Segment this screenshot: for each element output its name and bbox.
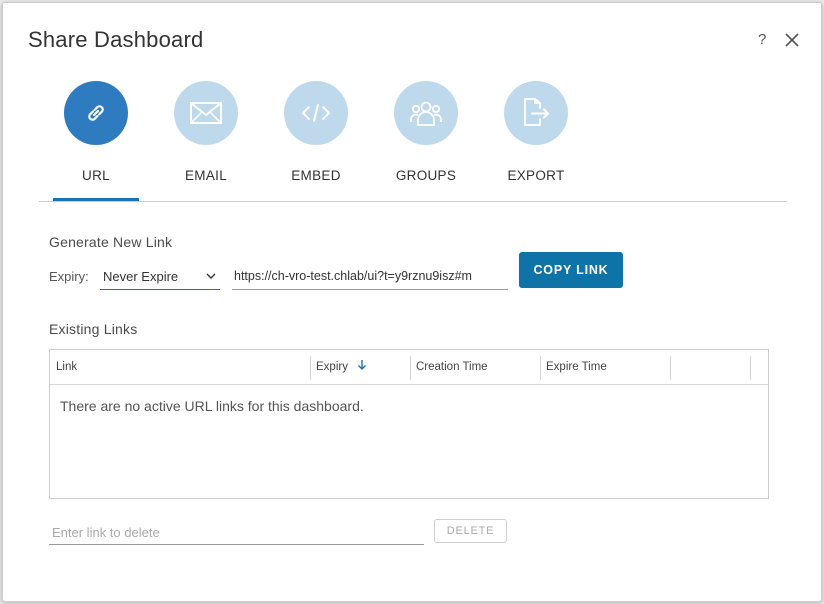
copy-link-button[interactable]: COPY LINK <box>519 252 623 288</box>
delete-link-placeholder: Enter link to delete <box>52 525 160 540</box>
tab-email-label: EMAIL <box>184 168 227 183</box>
column-divider[interactable] <box>670 356 671 380</box>
column-header-link[interactable]: Link <box>50 350 310 385</box>
expiry-select-value: Never Expire <box>103 269 179 284</box>
chevron-down-icon <box>206 273 216 279</box>
tab-url-label: URL <box>82 168 110 183</box>
code-icon <box>284 81 348 145</box>
column-divider[interactable] <box>750 356 751 380</box>
tab-embed-label: EMBED <box>291 168 341 183</box>
active-tab-indicator <box>53 198 139 201</box>
people-icon <box>394 81 458 145</box>
generate-link-heading: Generate New Link <box>49 234 173 250</box>
tab-email[interactable]: EMAIL <box>163 81 253 203</box>
sort-descending-icon <box>358 360 367 370</box>
delete-link-input[interactable]: Enter link to delete <box>49 523 424 545</box>
table-header: Link Expiry Creation Time Expire Time <box>50 350 768 385</box>
column-header-creation-time[interactable]: Creation Time <box>410 350 540 385</box>
tab-groups[interactable]: GROUPS <box>383 81 473 203</box>
column-header-expire-time[interactable]: Expire Time <box>540 350 670 385</box>
tab-export[interactable]: EXPORT <box>493 81 583 203</box>
share-tabs: URL EMAIL EMBED GROUPS EXPORT <box>39 3 787 202</box>
delete-button[interactable]: DELETE <box>434 519 507 543</box>
existing-links-table: Link Expiry Creation Time Expire Time Th… <box>49 349 769 499</box>
existing-links-heading: Existing Links <box>49 321 138 337</box>
export-icon <box>504 81 568 145</box>
tab-url[interactable]: URL <box>53 81 143 203</box>
link-icon <box>64 81 128 145</box>
share-url-field[interactable]: https://ch-vro-test.chlab/ui?t=y9rznu9is… <box>232 266 508 290</box>
tab-embed[interactable]: EMBED <box>273 81 363 203</box>
tab-groups-label: GROUPS <box>395 168 457 183</box>
expiry-label: Expiry: <box>49 269 89 284</box>
share-dashboard-dialog: Share Dashboard ? URL EMAIL EMBED GROUPS… <box>2 2 822 602</box>
tab-export-label: EXPORT <box>507 168 565 183</box>
envelope-icon <box>174 81 238 145</box>
column-header-expiry[interactable]: Expiry <box>310 350 410 385</box>
empty-table-message: There are no active URL links for this d… <box>60 398 364 414</box>
expiry-select[interactable]: Never Expire <box>100 266 220 290</box>
